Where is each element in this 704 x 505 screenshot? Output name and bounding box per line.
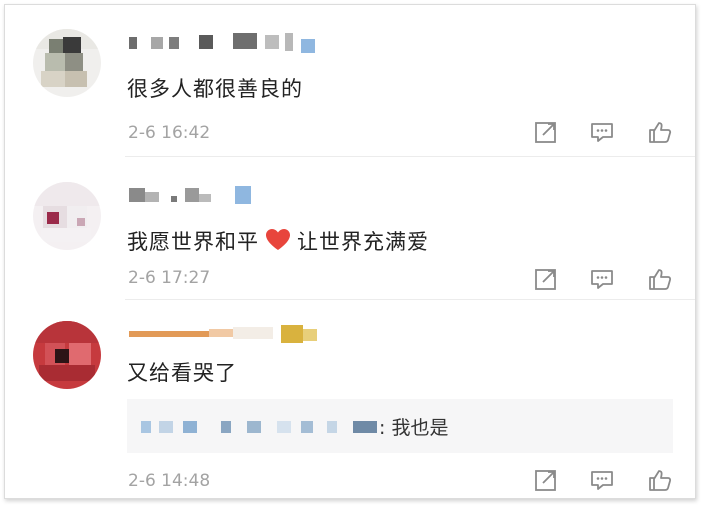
divider bbox=[125, 156, 695, 157]
share-icon[interactable] bbox=[533, 266, 559, 292]
comment-time: 2-6 14:48 bbox=[128, 471, 211, 491]
reply-preview[interactable]: : 我也是 bbox=[127, 399, 673, 453]
comment-item: 很多人都很善良的 2-6 16:42 bbox=[5, 5, 695, 155]
divider bbox=[125, 299, 695, 300]
comment-list: 很多人都很善良的 2-6 16:42 我愿世界和平 让世界充满爱 2-6 17:… bbox=[4, 4, 696, 499]
thumbs-up-icon[interactable] bbox=[647, 467, 673, 493]
comment-time: 2-6 17:27 bbox=[128, 268, 211, 288]
thumbs-up-icon[interactable] bbox=[647, 119, 673, 145]
comment-text-part: 我愿世界和平 bbox=[127, 230, 259, 254]
avatar[interactable] bbox=[33, 29, 101, 97]
comment-text: 我愿世界和平 让世界充满爱 bbox=[127, 226, 429, 257]
comment-actions bbox=[533, 467, 678, 493]
comment-icon[interactable] bbox=[589, 266, 615, 292]
comment-text: 很多人都很善良的 bbox=[127, 77, 303, 101]
reply-usernames-blurred bbox=[141, 419, 381, 433]
comment-icon[interactable] bbox=[589, 119, 615, 145]
share-icon[interactable] bbox=[533, 119, 559, 145]
comment-text: 又给看哭了 bbox=[127, 361, 237, 385]
comment-icon[interactable] bbox=[589, 467, 615, 493]
share-icon[interactable] bbox=[533, 467, 559, 493]
heart-emoji bbox=[265, 228, 291, 257]
avatar[interactable] bbox=[33, 182, 101, 250]
comment-time: 2-6 16:42 bbox=[128, 123, 211, 143]
comment-actions bbox=[533, 119, 678, 145]
reply-text: : 我也是 bbox=[379, 417, 449, 439]
thumbs-up-icon[interactable] bbox=[647, 266, 673, 292]
comment-text-part: 让世界充满爱 bbox=[297, 230, 429, 254]
comment-actions bbox=[533, 266, 678, 292]
comment-item: 又给看哭了 : 我也是 2-6 14:48 bbox=[5, 301, 695, 498]
comment-item: 我愿世界和平 让世界充满爱 2-6 17:27 bbox=[5, 158, 695, 299]
avatar[interactable] bbox=[33, 321, 101, 389]
